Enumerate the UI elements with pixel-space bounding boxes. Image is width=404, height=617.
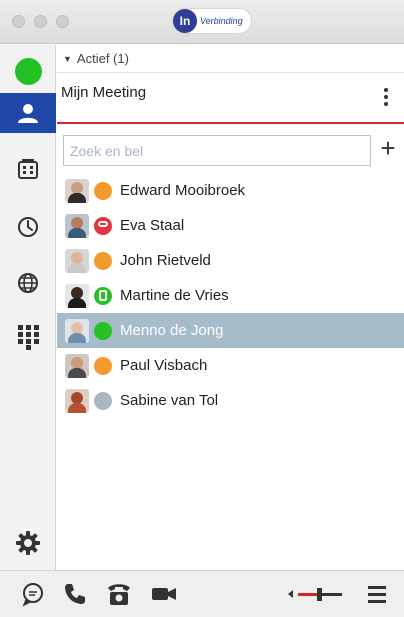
contact-name: John Rietveld: [120, 252, 211, 269]
app-logo: In Verbinding: [172, 8, 252, 34]
presence-busy-icon: [94, 216, 112, 235]
settings-button[interactable]: [14, 529, 42, 557]
chat-icon: [22, 583, 43, 607]
contact-name: Sabine van Tol: [120, 392, 219, 409]
video-button[interactable]: [150, 581, 178, 612]
phone-icon: [65, 584, 85, 604]
presence-in-call-icon: [94, 286, 112, 305]
contact-name: Martine de Vries: [120, 287, 229, 304]
contact-name: Menno de Jong: [120, 322, 224, 339]
add-contact-button[interactable]: +: [375, 134, 401, 164]
contact-row[interactable]: Edward Mooibroek: [57, 173, 404, 208]
presence-offline-icon: [94, 391, 112, 410]
desk-phone-button[interactable]: [106, 581, 132, 612]
maximize-window-button[interactable]: [56, 15, 69, 28]
meeting-item[interactable]: Mijn Meeting: [57, 74, 404, 124]
avatar: [65, 248, 89, 273]
dialpad-icon: [18, 325, 39, 350]
presence-away-icon: [94, 251, 112, 270]
active-section-label: Actief (1): [76, 51, 129, 66]
contact-row[interactable]: Eva Staal: [57, 208, 404, 243]
more-options-icon[interactable]: [384, 88, 390, 106]
avatar: [65, 388, 89, 413]
avatar: [65, 318, 89, 343]
minimize-window-button[interactable]: [34, 15, 47, 28]
contact-row[interactable]: Sabine van Tol: [57, 383, 404, 418]
presence-away-icon: [94, 356, 112, 375]
volume-slider-icon: [288, 588, 342, 601]
presence-away-icon: [94, 181, 112, 200]
app-logo-text: Verbinding: [200, 16, 243, 26]
sidebar-item-phonebook[interactable]: [0, 149, 56, 189]
video-icon: [152, 588, 176, 600]
app-logo-badge: In: [173, 9, 197, 33]
building-icon: [18, 159, 38, 179]
sidebar-item-history[interactable]: [0, 207, 56, 247]
contact-name: Eva Staal: [120, 217, 185, 234]
avatar: [65, 178, 89, 203]
sidebar-item-web[interactable]: [0, 263, 56, 303]
contact-row[interactable]: John Rietveld: [57, 243, 404, 278]
menu-button[interactable]: [366, 583, 388, 610]
menu-icon: [368, 586, 386, 603]
desk-phone-icon: [108, 584, 130, 605]
contact-row[interactable]: Martine de Vries: [57, 278, 404, 313]
search-input[interactable]: [63, 135, 371, 166]
meeting-title: Mijn Meeting: [61, 84, 147, 101]
gear-icon: [16, 531, 40, 555]
presence-available-icon: [14, 57, 42, 85]
volume-slider[interactable]: [286, 585, 348, 608]
sidebar: [0, 45, 56, 570]
contact-name: Paul Visbach: [120, 357, 208, 374]
sidebar-item-contacts[interactable]: [0, 93, 56, 133]
bottom-toolbar: [0, 570, 404, 617]
main-panel: ▼ Actief (1) Mijn Meeting + Edward Mooib…: [57, 45, 404, 570]
contact-name: Edward Mooibroek: [120, 182, 246, 199]
avatar: [65, 213, 89, 238]
contact-list: Edward Mooibroek Eva Staal John Rietveld…: [57, 173, 404, 418]
active-section-header[interactable]: ▼ Actief (1): [57, 45, 404, 73]
person-icon: [18, 104, 38, 123]
close-window-button[interactable]: [12, 15, 25, 28]
avatar: [65, 283, 89, 308]
window-titlebar: In Verbinding: [0, 0, 404, 44]
globe-icon: [18, 273, 38, 293]
presence-available-icon: [94, 321, 112, 340]
disclosure-triangle-icon: ▼: [63, 53, 72, 64]
contact-row-selected[interactable]: Menno de Jong: [57, 313, 404, 348]
contact-row[interactable]: Paul Visbach: [57, 348, 404, 383]
sidebar-item-dialpad[interactable]: [0, 317, 56, 357]
avatar: [65, 353, 89, 378]
call-button[interactable]: [62, 581, 88, 612]
clock-icon: [18, 217, 38, 237]
chat-button[interactable]: [20, 581, 46, 612]
sidebar-item-status[interactable]: [0, 51, 56, 91]
